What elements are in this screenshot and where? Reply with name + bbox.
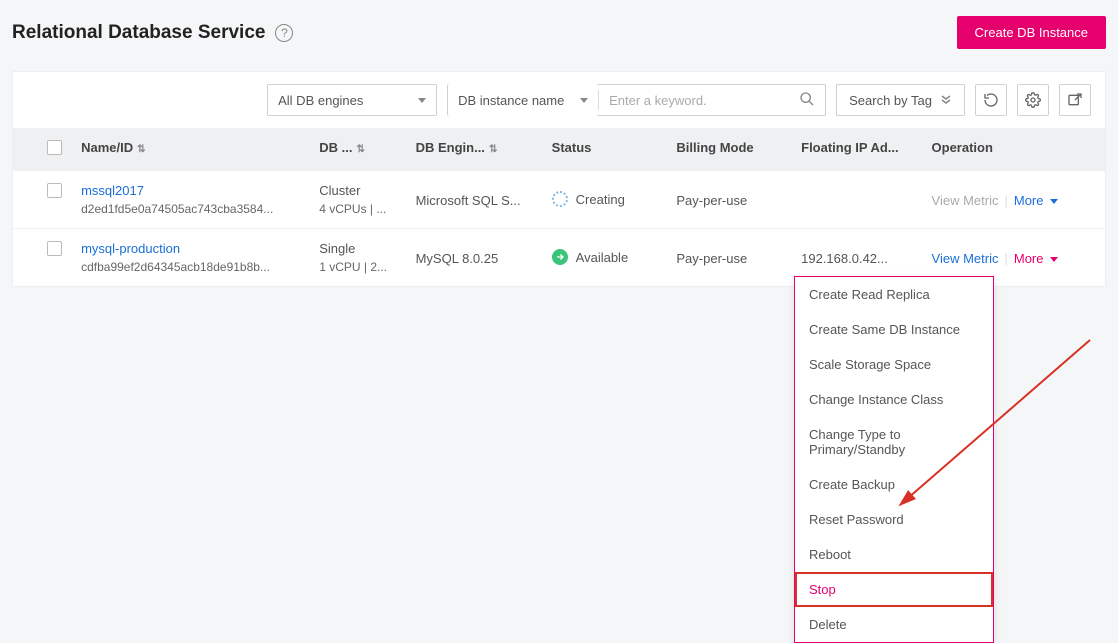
db-spec: 1 vCPU | 2... <box>319 260 399 274</box>
sort-icon[interactable]: ⇅ <box>137 144 145 155</box>
table-row: mssql2017 d2ed1fd5e0a74505ac743cba3584...… <box>13 171 1105 229</box>
floating-ip: 192.168.0.42... <box>801 251 888 266</box>
db-spec: 4 vCPUs | ... <box>319 202 399 216</box>
double-chevron-down-icon <box>940 94 952 106</box>
row-checkbox[interactable] <box>47 183 62 198</box>
search-by-tag-button[interactable]: Search by Tag <box>836 84 965 116</box>
search-field-select[interactable]: DB instance name <box>448 84 598 116</box>
search-by-tag-label: Search by Tag <box>849 93 932 108</box>
billing-mode: Pay-per-use <box>676 193 747 208</box>
instance-id: cdfba99ef2d64345acb18de91b8b... <box>81 260 276 274</box>
engine-filter-select[interactable]: All DB engines <box>267 84 437 116</box>
col-operation: Operation <box>932 140 993 155</box>
refresh-button[interactable] <box>975 84 1007 116</box>
instance-name-link[interactable]: mysql-production <box>81 241 303 256</box>
dropdown-item-create-same-db-instance[interactable]: Create Same DB Instance <box>795 312 993 347</box>
search-icon[interactable] <box>789 91 825 110</box>
dropdown-item-create-backup[interactable]: Create Backup <box>795 467 993 502</box>
instance-name-link[interactable]: mssql2017 <box>81 183 303 198</box>
row-checkbox[interactable] <box>47 241 62 256</box>
caret-down-icon <box>1050 199 1058 204</box>
col-engine: DB Engin... <box>416 140 485 155</box>
view-metric-link: View Metric <box>932 193 999 208</box>
col-ip: Floating IP Ad... <box>801 140 899 155</box>
db-engine: MySQL 8.0.25 <box>416 251 499 266</box>
engine-filter-value: All DB engines <box>278 93 363 108</box>
db-engine: Microsoft SQL S... <box>416 193 521 208</box>
dropdown-item-change-instance-class[interactable]: Change Instance Class <box>795 382 993 417</box>
dropdown-item-reset-password[interactable]: Reset Password <box>795 502 993 537</box>
search-input[interactable] <box>599 93 789 108</box>
db-type: Cluster <box>319 183 399 198</box>
sort-icon[interactable]: ⇅ <box>356 144 364 155</box>
select-all-checkbox[interactable] <box>47 140 62 155</box>
status-ok-icon <box>552 249 568 265</box>
search-field-value: DB instance name <box>458 93 564 108</box>
status-text: Creating <box>576 192 625 207</box>
dropdown-item-reboot[interactable]: Reboot <box>795 537 993 572</box>
view-metric-link[interactable]: View Metric <box>932 251 999 266</box>
caret-down-icon <box>1050 257 1058 262</box>
col-db: DB ... <box>319 140 352 155</box>
page-title: Relational Database Service <box>12 22 265 44</box>
dropdown-item-scale-storage-space[interactable]: Scale Storage Space <box>795 347 993 382</box>
spinner-icon <box>552 191 568 207</box>
more-actions-link[interactable]: More <box>1014 193 1058 208</box>
instances-table: Name/ID ⇅ DB ... ⇅ DB Engin... ⇅ Status Bil… <box>13 128 1105 286</box>
separator: | <box>1004 251 1007 266</box>
dropdown-item-create-read-replica[interactable]: Create Read Replica <box>795 277 993 312</box>
dropdown-item-change-type-to-primary-standby[interactable]: Change Type to Primary/Standby <box>795 417 993 467</box>
instance-id: d2ed1fd5e0a74505ac743cba3584... <box>81 202 276 216</box>
col-billing: Billing Mode <box>676 140 753 155</box>
sort-icon[interactable]: ⇅ <box>489 144 497 155</box>
caret-down-icon <box>580 98 588 103</box>
caret-down-icon <box>418 98 426 103</box>
create-db-instance-button[interactable]: Create DB Instance <box>957 16 1106 49</box>
more-actions-link[interactable]: More <box>1014 251 1058 266</box>
instances-panel: All DB engines DB instance name Search b… <box>12 71 1106 287</box>
billing-mode: Pay-per-use <box>676 251 747 266</box>
status-text: Available <box>576 250 629 265</box>
export-button[interactable] <box>1059 84 1091 116</box>
more-actions-dropdown: Create Read ReplicaCreate Same DB Instan… <box>794 276 994 643</box>
dropdown-item-delete[interactable]: Delete <box>795 607 993 642</box>
col-name: Name/ID <box>81 140 133 155</box>
col-status: Status <box>552 140 592 155</box>
help-icon[interactable]: ? <box>275 24 293 42</box>
settings-button[interactable] <box>1017 84 1049 116</box>
separator: | <box>1004 193 1007 208</box>
db-type: Single <box>319 241 399 256</box>
search-group: DB instance name <box>447 84 826 116</box>
